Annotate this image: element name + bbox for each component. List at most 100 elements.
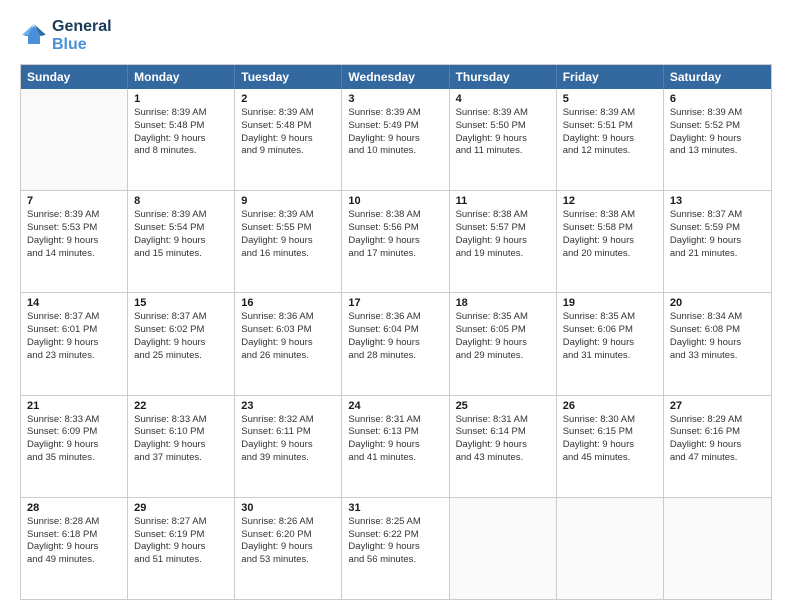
- calendar-cell: 10 Sunrise: 8:38 AM Sunset: 5:56 PM Dayli…: [342, 191, 449, 292]
- day-number: 24: [348, 400, 442, 412]
- calendar-cell: [557, 498, 664, 599]
- calendar-body: 1 Sunrise: 8:39 AM Sunset: 5:48 PM Daylig…: [21, 89, 771, 599]
- day-number: 25: [456, 400, 550, 412]
- day-number: 15: [134, 297, 228, 309]
- day-info: Sunrise: 8:35 AM Sunset: 6:06 PM Dayligh…: [563, 311, 657, 362]
- day-number: 2: [241, 93, 335, 105]
- day-info: Sunrise: 8:38 AM Sunset: 5:56 PM Dayligh…: [348, 209, 442, 260]
- day-info: Sunrise: 8:39 AM Sunset: 5:55 PM Dayligh…: [241, 209, 335, 260]
- calendar-cell: 1 Sunrise: 8:39 AM Sunset: 5:48 PM Daylig…: [128, 89, 235, 190]
- day-number: 27: [670, 400, 765, 412]
- day-number: 18: [456, 297, 550, 309]
- day-number: 31: [348, 502, 442, 514]
- calendar-cell: 6Sunrise: 8:39 AM Sunset: 5:52 PM Daylig…: [664, 89, 771, 190]
- calendar-row-4: 28Sunrise: 8:28 AM Sunset: 6:18 PM Dayli…: [21, 497, 771, 599]
- calendar-cell: 16 Sunrise: 8:36 AM Sunset: 6:03 PM Dayli…: [235, 293, 342, 394]
- calendar-cell: [21, 89, 128, 190]
- calendar-cell: 15Sunrise: 8:37 AM Sunset: 6:02 PM Dayli…: [128, 293, 235, 394]
- calendar-cell: 7 Sunrise: 8:39 AM Sunset: 5:53 PM Daylig…: [21, 191, 128, 292]
- calendar-cell: 20 Sunrise: 8:34 AM Sunset: 6:08 PM Dayli…: [664, 293, 771, 394]
- calendar-cell: 25 Sunrise: 8:31 AM Sunset: 6:14 PM Dayli…: [450, 396, 557, 497]
- day-info: Sunrise: 8:39 AM Sunset: 5:54 PM Dayligh…: [134, 209, 228, 260]
- day-number: 30: [241, 502, 335, 514]
- day-number: 29: [134, 502, 228, 514]
- day-info: Sunrise: 8:36 AM Sunset: 6:03 PM Dayligh…: [241, 311, 335, 362]
- day-info: Sunrise: 8:39 AM Sunset: 5:50 PM Dayligh…: [456, 107, 550, 158]
- header-day-saturday: Saturday: [664, 65, 771, 89]
- header-day-wednesday: Wednesday: [342, 65, 449, 89]
- calendar-cell: [664, 498, 771, 599]
- day-number: 10: [348, 195, 442, 207]
- day-number: 19: [563, 297, 657, 309]
- day-info: Sunrise: 8:37 AM Sunset: 5:59 PM Dayligh…: [670, 209, 765, 260]
- day-info: Sunrise: 8:27 AM Sunset: 6:19 PM Dayligh…: [134, 516, 228, 567]
- day-number: 13: [670, 195, 765, 207]
- day-info: Sunrise: 8:31 AM Sunset: 6:14 PM Dayligh…: [456, 414, 550, 465]
- day-number: 16: [241, 297, 335, 309]
- day-info: Sunrise: 8:29 AM Sunset: 6:16 PM Dayligh…: [670, 414, 765, 465]
- calendar-cell: 30Sunrise: 8:26 AM Sunset: 6:20 PM Dayli…: [235, 498, 342, 599]
- logo-icon: [20, 22, 48, 50]
- calendar-cell: 26Sunrise: 8:30 AM Sunset: 6:15 PM Dayli…: [557, 396, 664, 497]
- day-info: Sunrise: 8:39 AM Sunset: 5:53 PM Dayligh…: [27, 209, 121, 260]
- header-day-sunday: Sunday: [21, 65, 128, 89]
- day-info: Sunrise: 8:38 AM Sunset: 5:58 PM Dayligh…: [563, 209, 657, 260]
- calendar-cell: 24 Sunrise: 8:31 AM Sunset: 6:13 PM Dayli…: [342, 396, 449, 497]
- calendar-cell: 4Sunrise: 8:39 AM Sunset: 5:50 PM Daylig…: [450, 89, 557, 190]
- day-number: 26: [563, 400, 657, 412]
- day-info: Sunrise: 8:39 AM Sunset: 5:48 PM Dayligh…: [134, 107, 228, 158]
- day-info: Sunrise: 8:37 AM Sunset: 6:01 PM Dayligh…: [27, 311, 121, 362]
- calendar-cell: 8 Sunrise: 8:39 AM Sunset: 5:54 PM Daylig…: [128, 191, 235, 292]
- calendar-row-1: 7 Sunrise: 8:39 AM Sunset: 5:53 PM Daylig…: [21, 190, 771, 292]
- calendar-cell: 5 Sunrise: 8:39 AM Sunset: 5:51 PM Daylig…: [557, 89, 664, 190]
- calendar-cell: 22 Sunrise: 8:33 AM Sunset: 6:10 PM Dayli…: [128, 396, 235, 497]
- calendar-cell: 27 Sunrise: 8:29 AM Sunset: 6:16 PM Dayli…: [664, 396, 771, 497]
- calendar-cell: [450, 498, 557, 599]
- day-number: 8: [134, 195, 228, 207]
- day-number: 11: [456, 195, 550, 207]
- day-info: Sunrise: 8:39 AM Sunset: 5:49 PM Dayligh…: [348, 107, 442, 158]
- calendar-cell: 14 Sunrise: 8:37 AM Sunset: 6:01 PM Dayli…: [21, 293, 128, 394]
- calendar-cell: 12Sunrise: 8:38 AM Sunset: 5:58 PM Dayli…: [557, 191, 664, 292]
- day-info: Sunrise: 8:39 AM Sunset: 5:48 PM Dayligh…: [241, 107, 335, 158]
- calendar-cell: 11 Sunrise: 8:38 AM Sunset: 5:57 PM Dayli…: [450, 191, 557, 292]
- calendar-row-3: 21Sunrise: 8:33 AM Sunset: 6:09 PM Dayli…: [21, 395, 771, 497]
- calendar-row-2: 14 Sunrise: 8:37 AM Sunset: 6:01 PM Dayli…: [21, 292, 771, 394]
- page: General Blue SundayMondayTuesdayWednesda…: [0, 0, 792, 612]
- calendar-cell: 21Sunrise: 8:33 AM Sunset: 6:09 PM Dayli…: [21, 396, 128, 497]
- day-info: Sunrise: 8:38 AM Sunset: 5:57 PM Dayligh…: [456, 209, 550, 260]
- calendar-row-0: 1 Sunrise: 8:39 AM Sunset: 5:48 PM Daylig…: [21, 89, 771, 190]
- calendar-cell: 23 Sunrise: 8:32 AM Sunset: 6:11 PM Dayli…: [235, 396, 342, 497]
- day-number: 28: [27, 502, 121, 514]
- calendar-cell: 28Sunrise: 8:28 AM Sunset: 6:18 PM Dayli…: [21, 498, 128, 599]
- day-number: 23: [241, 400, 335, 412]
- calendar-cell: 9 Sunrise: 8:39 AM Sunset: 5:55 PM Daylig…: [235, 191, 342, 292]
- day-number: 3: [348, 93, 442, 105]
- header-day-tuesday: Tuesday: [235, 65, 342, 89]
- day-info: Sunrise: 8:34 AM Sunset: 6:08 PM Dayligh…: [670, 311, 765, 362]
- day-info: Sunrise: 8:33 AM Sunset: 6:09 PM Dayligh…: [27, 414, 121, 465]
- header: General Blue: [20, 18, 772, 54]
- day-info: Sunrise: 8:31 AM Sunset: 6:13 PM Dayligh…: [348, 414, 442, 465]
- logo: General Blue: [20, 18, 112, 54]
- calendar-header: SundayMondayTuesdayWednesdayThursdayFrid…: [21, 65, 771, 89]
- day-number: 7: [27, 195, 121, 207]
- day-number: 6: [670, 93, 765, 105]
- header-day-thursday: Thursday: [450, 65, 557, 89]
- day-number: 1: [134, 93, 228, 105]
- day-info: Sunrise: 8:33 AM Sunset: 6:10 PM Dayligh…: [134, 414, 228, 465]
- logo-text: General Blue: [52, 18, 112, 54]
- day-number: 5: [563, 93, 657, 105]
- day-info: Sunrise: 8:32 AM Sunset: 6:11 PM Dayligh…: [241, 414, 335, 465]
- day-number: 17: [348, 297, 442, 309]
- day-number: 20: [670, 297, 765, 309]
- day-info: Sunrise: 8:35 AM Sunset: 6:05 PM Dayligh…: [456, 311, 550, 362]
- header-day-friday: Friday: [557, 65, 664, 89]
- day-info: Sunrise: 8:39 AM Sunset: 5:51 PM Dayligh…: [563, 107, 657, 158]
- day-number: 14: [27, 297, 121, 309]
- calendar-cell: 19 Sunrise: 8:35 AM Sunset: 6:06 PM Dayli…: [557, 293, 664, 394]
- day-number: 9: [241, 195, 335, 207]
- calendar-cell: 2 Sunrise: 8:39 AM Sunset: 5:48 PM Daylig…: [235, 89, 342, 190]
- day-info: Sunrise: 8:25 AM Sunset: 6:22 PM Dayligh…: [348, 516, 442, 567]
- day-number: 22: [134, 400, 228, 412]
